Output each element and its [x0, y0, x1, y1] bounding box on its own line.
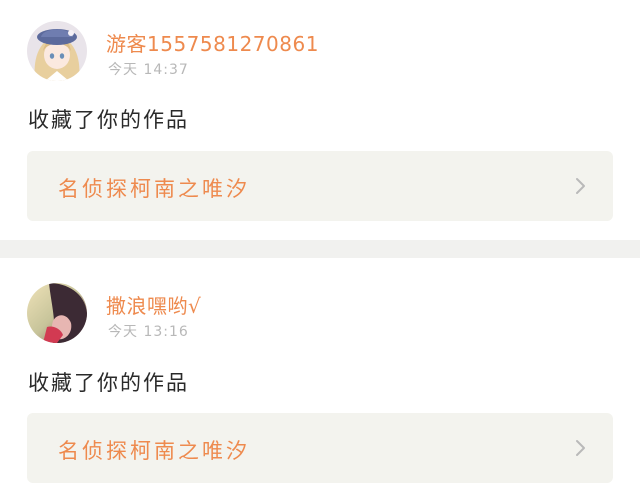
work-title: 名侦探柯南之唯汐 [58, 439, 250, 463]
chevron-right-icon [571, 439, 589, 457]
chevron-right-icon [571, 177, 589, 195]
work-title: 名侦探柯南之唯汐 [58, 177, 250, 201]
timestamp: 今天 14:37 [108, 62, 189, 78]
photo-avatar-icon [27, 283, 87, 343]
username[interactable]: 撒浪嘿哟√ [106, 290, 201, 319]
notification-card: 游客1557581270861 今天 14:37 收藏了你的作品 名侦探柯南之唯… [0, 0, 640, 240]
avatar[interactable] [27, 21, 87, 81]
action-text: 收藏了你的作品 [28, 371, 189, 395]
anime-girl-avatar-icon [27, 21, 87, 81]
section-divider [0, 240, 640, 258]
username[interactable]: 游客1557581270861 [106, 28, 319, 57]
action-text: 收藏了你的作品 [28, 108, 189, 132]
work-link[interactable]: 名侦探柯南之唯汐 [27, 413, 613, 483]
avatar[interactable] [27, 283, 87, 343]
work-link[interactable]: 名侦探柯南之唯汐 [27, 151, 613, 221]
notification-card: 撒浪嘿哟√ 今天 13:16 收藏了你的作品 名侦探柯南之唯汐 [0, 258, 640, 489]
timestamp: 今天 13:16 [108, 324, 189, 340]
